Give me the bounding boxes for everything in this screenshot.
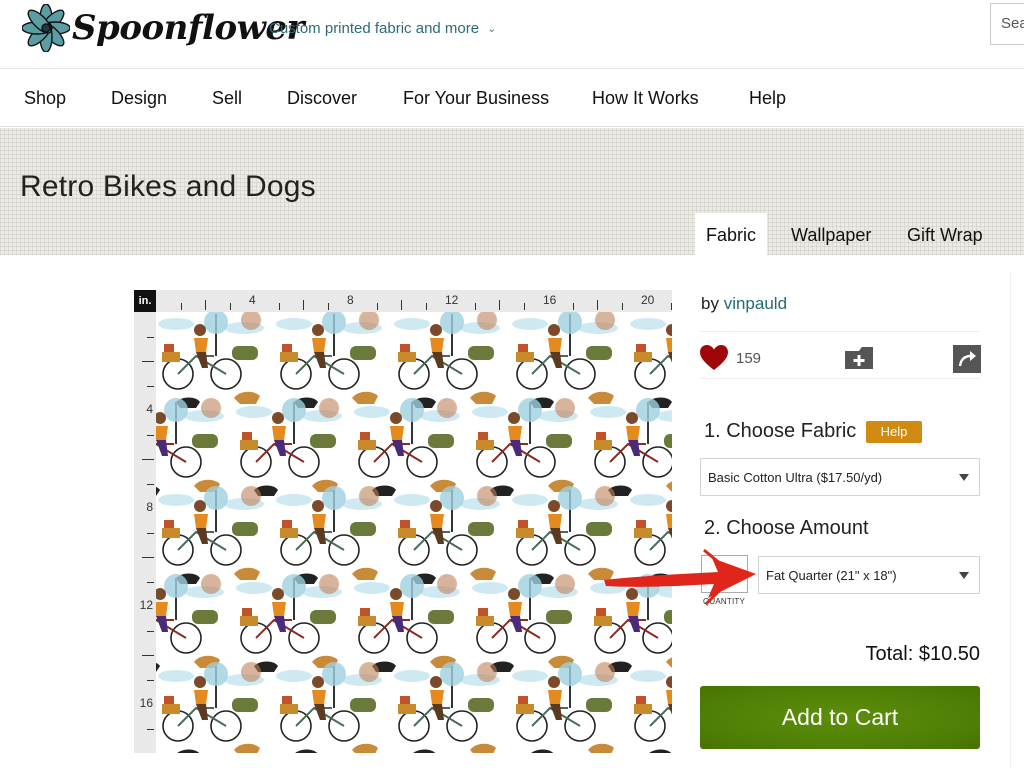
quantity-label: QUANTITY (703, 597, 746, 606)
ruler-tick (229, 303, 231, 310)
unit-toggle[interactable]: in. (134, 290, 156, 312)
caret-down-icon (959, 572, 969, 579)
ruler-label: 16 (543, 293, 557, 307)
top-ruler: 4 8 12 16 20 (156, 290, 672, 312)
tab-fabric[interactable]: Fabric (695, 213, 768, 255)
main-nav: Shop Design Sell Discover For Your Busin… (0, 70, 1024, 127)
ruler-tick (180, 303, 182, 310)
share-icon (958, 351, 976, 367)
ruler-tick (376, 303, 378, 310)
order-total: Total: $10.50 (865, 643, 980, 665)
ruler-tick (142, 557, 154, 558)
favorite-count: 159 (736, 349, 762, 367)
ruler-tick (499, 300, 500, 310)
pattern-image (156, 312, 672, 753)
quantity-input[interactable]: 1 (701, 555, 748, 593)
tagline-text: Custom printed fabric and more (269, 20, 480, 37)
pattern-tile (392, 658, 510, 753)
nav-sell[interactable]: Sell (212, 88, 242, 109)
ruler-tick (147, 385, 154, 387)
ruler-tick (147, 728, 154, 730)
heart-icon (700, 345, 728, 370)
divider (701, 331, 980, 332)
ruler-tick (142, 361, 154, 362)
product-title-band: Retro Bikes and Dogs Fabric Wallpaper Gi… (0, 128, 1024, 255)
choose-amount-label: 2. Choose Amount (704, 517, 869, 539)
spoonflower-logo[interactable]: Spoonflower (22, 2, 304, 54)
fabric-preview[interactable]: 4 8 12 16 20 4 8 12 16 in. (134, 290, 672, 753)
designer-link[interactable]: vinpauld (724, 294, 787, 313)
ruler-tick (147, 434, 154, 436)
nav-design[interactable]: Design (111, 88, 167, 109)
left-ruler: 4 8 12 16 (134, 312, 156, 753)
ruler-tick (147, 581, 154, 583)
share-button[interactable] (953, 345, 981, 373)
nav-discover[interactable]: Discover (287, 88, 357, 109)
favorite-button[interactable]: 159 (700, 345, 761, 371)
add-collection-icon (853, 355, 865, 366)
search-input[interactable]: Search (990, 3, 1024, 45)
ruler-tick (621, 303, 623, 310)
ruler-tick (142, 459, 154, 460)
nav-shop[interactable]: Shop (24, 88, 66, 109)
ruler-tick (597, 300, 598, 310)
caret-down-icon (959, 474, 969, 481)
fabric-select[interactable]: Basic Cotton Ultra ($17.50/yd) (700, 458, 980, 496)
ruler-tick (147, 336, 154, 338)
add-to-cart-button[interactable]: Add to Cart (700, 686, 980, 749)
ruler-tick (205, 300, 206, 310)
chevron-down-icon: ⌄ (487, 23, 497, 35)
add-to-collection-button[interactable] (845, 347, 873, 369)
ruler-tick (572, 303, 574, 310)
ruler-label: 4 (146, 402, 153, 416)
designer-prefix: by (701, 294, 719, 313)
ruler-tick (278, 303, 280, 310)
amount-select[interactable]: Fat Quarter (21" x 18") (758, 556, 980, 594)
ruler-label: 8 (347, 293, 354, 307)
ruler-label: 4 (249, 293, 256, 307)
ruler-tick (327, 303, 329, 310)
tagline-dropdown[interactable]: Custom printed fabric and more ⌄ (269, 20, 496, 37)
page-title: Retro Bikes and Dogs (20, 170, 316, 203)
pattern-tile (510, 658, 628, 753)
ruler-label: 12 (139, 598, 153, 612)
fabric-selected: Basic Cotton Ultra ($17.50/yd) (708, 470, 883, 485)
ruler-tick (425, 303, 427, 310)
tab-wallpaper[interactable]: Wallpaper (780, 213, 882, 255)
ruler-tick (147, 630, 154, 632)
ruler-label: 8 (146, 500, 153, 514)
ruler-tick (147, 483, 154, 485)
pattern-tile (274, 658, 392, 753)
amount-selected: Fat Quarter (21" x 18") (766, 568, 897, 583)
choose-fabric-label: 1. Choose Fabric (704, 420, 857, 442)
ruler-tick (401, 300, 402, 310)
tab-gift-wrap[interactable]: Gift Wrap (896, 213, 994, 255)
ruler-label: 12 (445, 293, 459, 307)
search-placeholder: Search (1001, 15, 1024, 32)
pattern-tile (628, 658, 672, 753)
nav-help[interactable]: Help (749, 88, 786, 109)
designer-credit: by vinpauld (701, 294, 787, 314)
ruler-label: 16 (139, 696, 153, 710)
scrollbar-track[interactable] (1010, 272, 1011, 768)
flower-logo-icon (22, 4, 70, 52)
nav-for-your-business[interactable]: For Your Business (403, 88, 549, 109)
site-header: Spoonflower Custom printed fabric and mo… (0, 0, 1024, 69)
help-button[interactable]: Help (866, 421, 922, 443)
ruler-tick (474, 303, 476, 310)
ruler-tick (670, 303, 672, 310)
ruler-tick (303, 300, 304, 310)
ruler-tick (147, 679, 154, 681)
pattern-tile (156, 658, 274, 753)
ruler-label: 20 (641, 293, 655, 307)
ruler-tick (142, 655, 154, 656)
nav-how-it-works[interactable]: How It Works (592, 88, 699, 109)
ruler-tick (523, 303, 525, 310)
divider (701, 378, 980, 379)
ruler-tick (147, 532, 154, 534)
